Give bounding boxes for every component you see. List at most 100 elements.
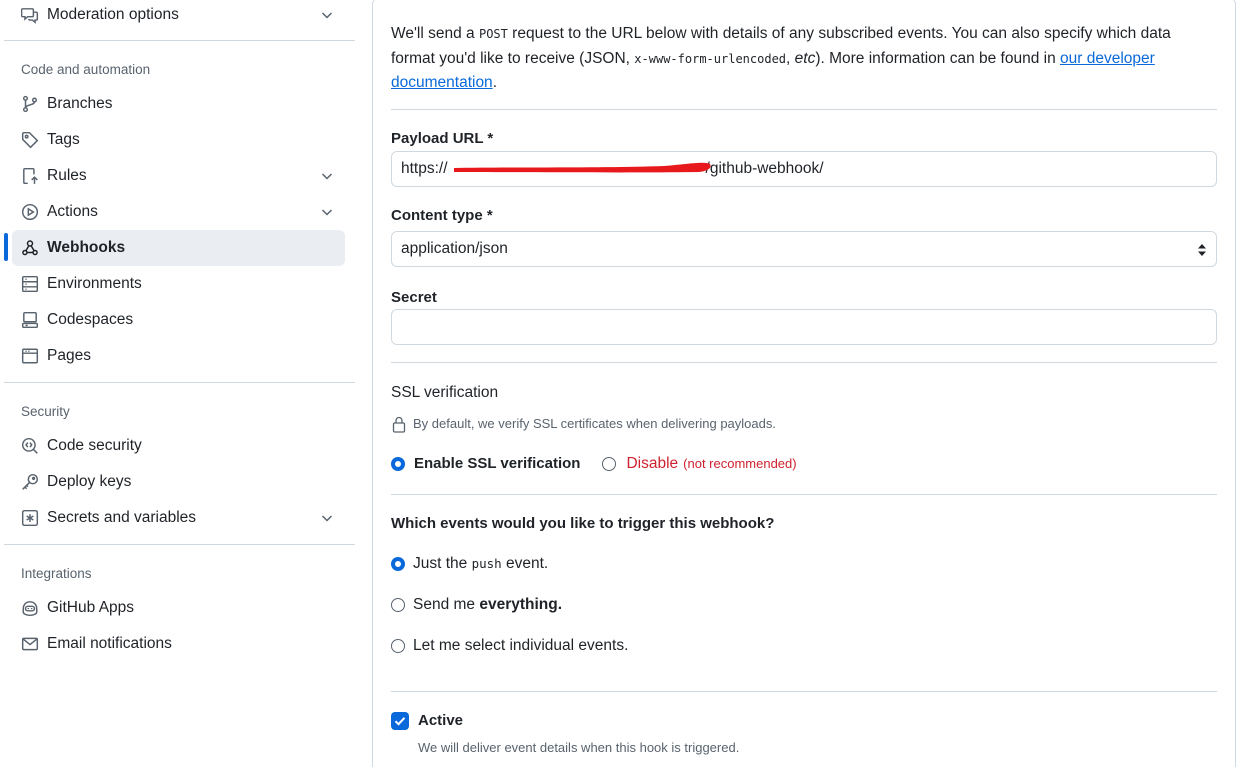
payload-url-value-start: https:// (401, 160, 448, 177)
intro-text-segment: . (492, 74, 497, 91)
sidebar-item-label: Moderation options (47, 6, 179, 23)
event-push-radio[interactable] (391, 557, 405, 571)
play-icon (21, 203, 39, 221)
codespaces-icon (21, 311, 39, 329)
asterisk-icon (21, 509, 39, 527)
sidebar-item-codespaces[interactable]: Codespaces (12, 302, 345, 338)
ssl-hint-text: By default, we verify SSL certificates w… (413, 416, 776, 431)
copilot-icon (22, 601, 38, 617)
repo-push-icon (23, 167, 38, 185)
redaction-mark (454, 162, 711, 173)
ssl-enable-radio[interactable] (391, 457, 405, 471)
intro-text-segment: ). More information can be found in (815, 49, 1061, 67)
sidebar-item-actions[interactable]: Actions (12, 194, 345, 230)
chevron-down-icon[interactable] (319, 204, 335, 220)
event-option-text: Just the (413, 555, 472, 572)
chevron-down-icon[interactable] (319, 168, 335, 184)
secret-input[interactable] (391, 309, 1217, 345)
content-type-select[interactable]: application/json (391, 231, 1217, 267)
key-icon (22, 473, 39, 490)
chevron-down-icon[interactable] (319, 510, 335, 526)
ssl-verification-heading: SSL verification (391, 384, 499, 401)
ssl-hint-row: By default, we verify SSL certificates w… (391, 415, 776, 433)
intro-code-post: POST (478, 27, 508, 41)
sidebar-item-branches[interactable]: Branches (12, 86, 345, 122)
ssl-disable-label: Disable (626, 455, 679, 472)
ssl-enable-label: Enable SSL verification (414, 455, 581, 472)
intro-text-segment: , (786, 49, 795, 67)
ssl-disable-note: (not recommended) (683, 456, 797, 471)
sidebar-item-rules[interactable]: Rules (12, 158, 345, 194)
sidebar-item-secrets-and-variables[interactable]: Secrets and variables (12, 500, 345, 536)
sidebar-item-webhooks[interactable]: Webhooks (12, 230, 345, 266)
browser-icon (21, 348, 39, 364)
check-icon (394, 717, 406, 726)
sidebar-item-deploy-keys[interactable]: Deploy keys (12, 464, 345, 500)
sidebar-divider (4, 544, 355, 545)
sidebar-item-label: Codespaces (47, 311, 134, 328)
intro-text-segment: We'll send a (391, 25, 479, 42)
event-option-text: event. (501, 555, 549, 572)
sidebar-item-pages[interactable]: Pages (12, 338, 345, 374)
secret-label: Secret (391, 289, 437, 306)
payload-url-label: Payload URL * (391, 130, 494, 147)
ssl-disable-radio[interactable] (602, 457, 617, 471)
events-heading: Which events would you like to trigger t… (391, 515, 775, 532)
webhook-icon (22, 240, 38, 256)
sidebar-item-label: Webhooks (47, 239, 126, 256)
sidebar-item-label: Actions (47, 203, 98, 220)
sidebar-divider (4, 382, 355, 383)
event-option-bold: everything. (479, 596, 563, 613)
active-indicator (4, 233, 8, 261)
tag-icon (21, 131, 39, 149)
active-checkbox[interactable] (391, 712, 409, 730)
codescan-icon (21, 437, 38, 454)
event-everything-radio[interactable] (391, 598, 405, 612)
section-heading-code-and-automation: Code and automation (21, 62, 151, 77)
event-individual-radio[interactable] (391, 639, 405, 653)
ssl-radio-group: Enable SSL verification Disable (not rec… (391, 455, 797, 473)
sidebar-item-label: Pages (47, 347, 91, 364)
comment-discussion-icon (21, 8, 39, 24)
section-heading-security: Security (21, 404, 70, 419)
sidebar-item-label: Rules (47, 167, 87, 184)
event-option-label: Let me select individual events. (413, 637, 629, 654)
sidebar-item-moderation-options[interactable]: Moderation options (12, 0, 345, 33)
form-divider (391, 494, 1217, 495)
select-arrows-icon (1198, 244, 1206, 256)
event-option-push: Just the push event. (391, 555, 548, 573)
sidebar-item-label: Code security (47, 437, 142, 454)
sidebar-item-label: Secrets and variables (47, 509, 197, 526)
section-heading-integrations: Integrations (21, 566, 92, 581)
chevron-down-icon[interactable] (319, 7, 335, 23)
form-divider (391, 362, 1217, 363)
sidebar-item-label: Tags (47, 131, 80, 148)
server-icon (21, 275, 39, 293)
form-divider (391, 691, 1217, 692)
sidebar-item-label: Deploy keys (47, 473, 132, 490)
sidebar-item-tags[interactable]: Tags (12, 122, 345, 158)
git-branch-icon (22, 95, 38, 113)
sidebar-item-code-security[interactable]: Code security (12, 428, 345, 464)
active-label: Active (418, 712, 464, 729)
sidebar-item-email-notifications[interactable]: Email notifications (12, 626, 345, 662)
sidebar-item-label: Environments (47, 275, 142, 292)
sidebar-item-label: GitHub Apps (47, 599, 135, 616)
intro-etc: etc (794, 49, 816, 67)
content-type-value: application/json (401, 240, 508, 257)
sidebar-item-label: Branches (47, 95, 113, 112)
event-option-code: push (471, 556, 502, 571)
event-option-text: Send me (413, 596, 480, 613)
lock-icon (392, 416, 406, 433)
intro-code-form-urlencoded: x-www-form-urlencoded (634, 51, 787, 66)
event-option-individual: Let me select individual events. (391, 637, 628, 655)
form-divider (391, 109, 1217, 110)
sidebar-item-github-apps[interactable]: GitHub Apps (12, 590, 345, 626)
sidebar-item-environments[interactable]: Environments (12, 266, 345, 302)
active-hint: We will deliver event details when this … (418, 740, 740, 755)
payload-url-value-end: /github-webhook/ (705, 160, 824, 177)
sidebar-item-label: Email notifications (47, 635, 172, 652)
active-checkbox-row: Active (391, 712, 463, 730)
event-option-label: Just the push event. (413, 555, 548, 573)
content-type-label: Content type * (391, 207, 493, 224)
